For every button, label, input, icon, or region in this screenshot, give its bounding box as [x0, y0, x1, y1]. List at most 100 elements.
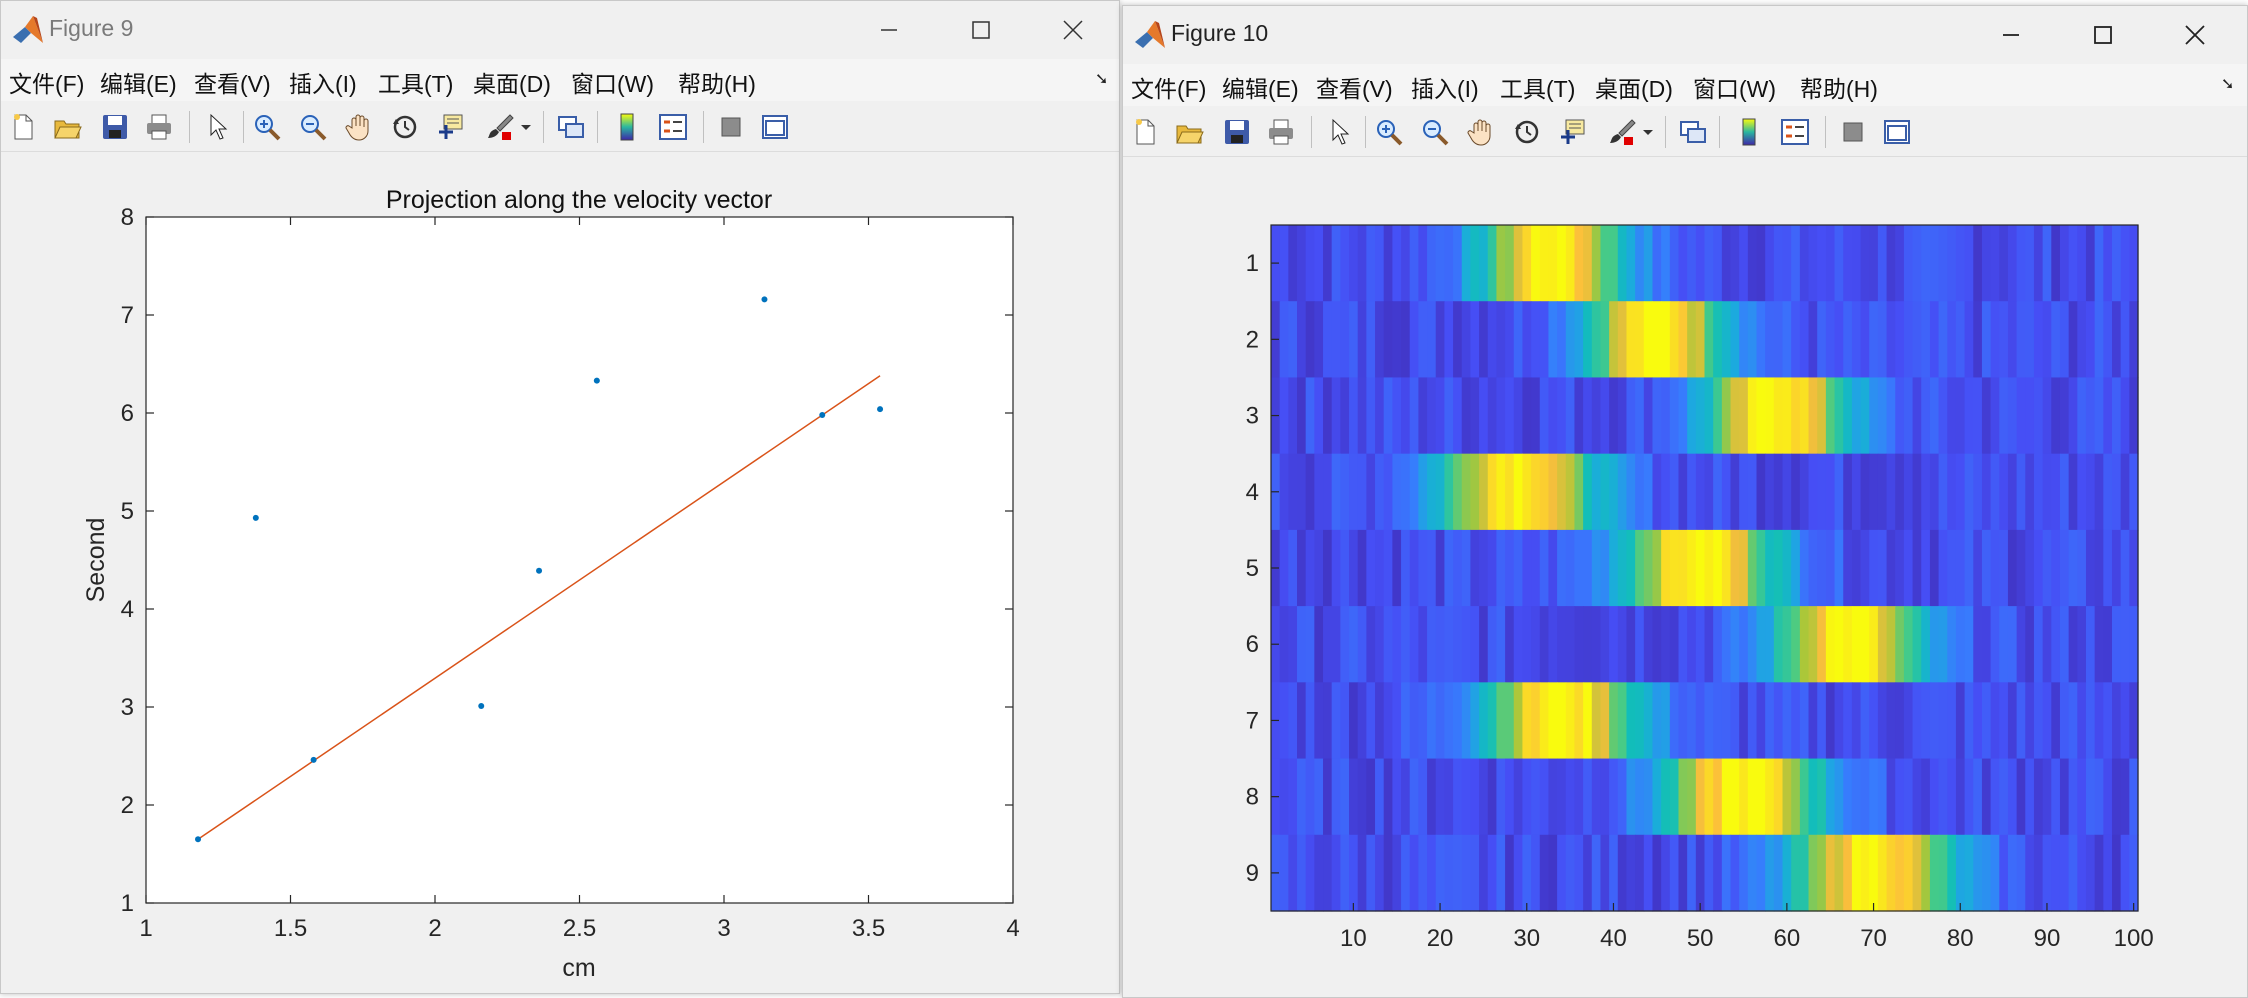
brush-icon[interactable] [481, 109, 517, 145]
pointer-icon[interactable] [199, 109, 235, 145]
dock-arrow-icon[interactable]: ➘ [2221, 74, 2234, 94]
print-icon[interactable] [1263, 114, 1299, 150]
menu-view[interactable]: 查看(V) [1316, 70, 1393, 104]
menu-help[interactable]: 帮助(H) [1800, 70, 1878, 104]
heatmap-cell [1747, 301, 1758, 379]
rotate-3d-icon[interactable] [1509, 114, 1545, 150]
heatmap-cell [1860, 682, 1870, 760]
heatmap-cell [1297, 606, 1307, 683]
heatmap-cell [1617, 606, 1628, 683]
heatmap-cell [2129, 453, 2139, 531]
rotate-3d-icon[interactable] [387, 109, 423, 145]
heatmap-cell [1435, 529, 1445, 607]
heatmap-cell [1461, 377, 1472, 455]
menu-insert[interactable]: 插入(I) [1411, 70, 1479, 104]
pan-hand-icon[interactable] [1463, 114, 1499, 150]
heatmap-cell [1825, 377, 1836, 455]
save-icon[interactable] [1219, 114, 1255, 150]
zoom-in-icon[interactable] [1371, 114, 1407, 150]
hide-tools-icon[interactable] [713, 109, 749, 145]
menu-help[interactable]: 帮助(H) [678, 65, 756, 99]
maximize-button[interactable] [951, 7, 1011, 53]
menu-window[interactable]: 窗口(W) [1693, 70, 1776, 104]
open-file-icon[interactable] [1171, 114, 1207, 150]
title-bar[interactable]: Figure 9 [1, 1, 1119, 59]
menu-tools[interactable]: 工具(T) [1500, 70, 1575, 104]
link-plot-icon[interactable] [1675, 114, 1711, 150]
save-icon[interactable] [97, 109, 133, 145]
heatmap-cell [1929, 606, 1940, 683]
zoom-out-icon[interactable] [1417, 114, 1453, 150]
menu-file[interactable]: 文件(F) [1131, 70, 1206, 104]
heatmap-cell [1427, 758, 1437, 836]
menu-window[interactable]: 窗口(W) [571, 65, 654, 99]
heatmap-cell [1297, 834, 1307, 912]
heatmap-cell [1383, 529, 1393, 607]
minimize-button[interactable] [1981, 12, 2041, 58]
property-editor-icon[interactable] [757, 109, 793, 145]
close-button[interactable] [1043, 7, 1103, 53]
heatmap-cell [1444, 225, 1454, 302]
zoom-in-icon[interactable] [249, 109, 285, 145]
menu-desktop[interactable]: 桌面(D) [473, 65, 551, 99]
heatmap-cell [1955, 606, 1966, 683]
pointer-icon[interactable] [1321, 114, 1357, 150]
heatmap-cell [1349, 606, 1359, 683]
data-cursor-icon[interactable] [1555, 114, 1591, 150]
heatmap-cell [1713, 301, 1723, 379]
minimize-button[interactable] [859, 7, 919, 53]
heatmap-cell [2120, 758, 2130, 836]
heatmap-cell [1695, 606, 1706, 683]
heatmap-cell [1921, 301, 1931, 379]
heatmap-cell [1479, 606, 1489, 683]
data-point [819, 411, 826, 418]
menu-edit[interactable]: 编辑(E) [1222, 70, 1299, 104]
heatmap-cell [1791, 682, 1801, 760]
legend-icon[interactable] [655, 109, 691, 145]
heatmap-cell [1643, 529, 1654, 607]
x-tick-label: 3.5 [852, 915, 885, 942]
brush-dropdown-icon[interactable] [1641, 114, 1655, 150]
heatmap-cell [1513, 453, 1524, 531]
heatmap-cell [1453, 758, 1463, 836]
menu-insert[interactable]: 插入(I) [289, 65, 357, 99]
hide-tools-icon[interactable] [1835, 114, 1871, 150]
property-editor-icon[interactable] [1879, 114, 1915, 150]
close-button[interactable] [2165, 12, 2225, 58]
legend-icon[interactable] [1777, 114, 1813, 150]
colorbar-icon[interactable] [609, 109, 645, 145]
brush-dropdown-icon[interactable] [519, 109, 533, 145]
brush-icon[interactable] [1603, 114, 1639, 150]
link-plot-icon[interactable] [553, 109, 589, 145]
heatmap-cell [1695, 682, 1706, 760]
heatmap-cell [1375, 606, 1385, 683]
new-file-icon[interactable] [1127, 114, 1163, 150]
zoom-out-icon[interactable] [295, 109, 331, 145]
pan-hand-icon[interactable] [341, 109, 377, 145]
heatmap-cell [1418, 225, 1428, 302]
data-cursor-icon[interactable] [433, 109, 469, 145]
title-bar[interactable]: Figure 10 [1123, 6, 2247, 64]
dock-arrow-icon[interactable]: ➘ [1095, 69, 1108, 89]
heatmap-cell [1695, 758, 1706, 836]
menu-tools[interactable]: 工具(T) [378, 65, 453, 99]
new-file-icon[interactable] [5, 109, 41, 145]
menu-desktop[interactable]: 桌面(D) [1595, 70, 1673, 104]
heatmap-cell [1652, 225, 1662, 302]
heatmap-cell [2033, 834, 2044, 912]
heatmap-cell [2103, 301, 2113, 379]
colorbar-icon[interactable] [1731, 114, 1767, 150]
print-icon[interactable] [141, 109, 177, 145]
heatmap-cell [1366, 758, 1376, 836]
heatmap-cell [1470, 682, 1480, 760]
open-file-icon[interactable] [49, 109, 85, 145]
menu-edit[interactable]: 编辑(E) [100, 65, 177, 99]
heatmap-cell [2042, 453, 2052, 531]
heatmap-cell [1886, 834, 1896, 912]
heatmap-cell [2068, 606, 2078, 683]
maximize-button[interactable] [2073, 12, 2133, 58]
heatmap-cell [1739, 682, 1749, 760]
heatmap-cell [2068, 301, 2078, 379]
menu-view[interactable]: 查看(V) [194, 65, 271, 99]
menu-file[interactable]: 文件(F) [9, 65, 84, 99]
